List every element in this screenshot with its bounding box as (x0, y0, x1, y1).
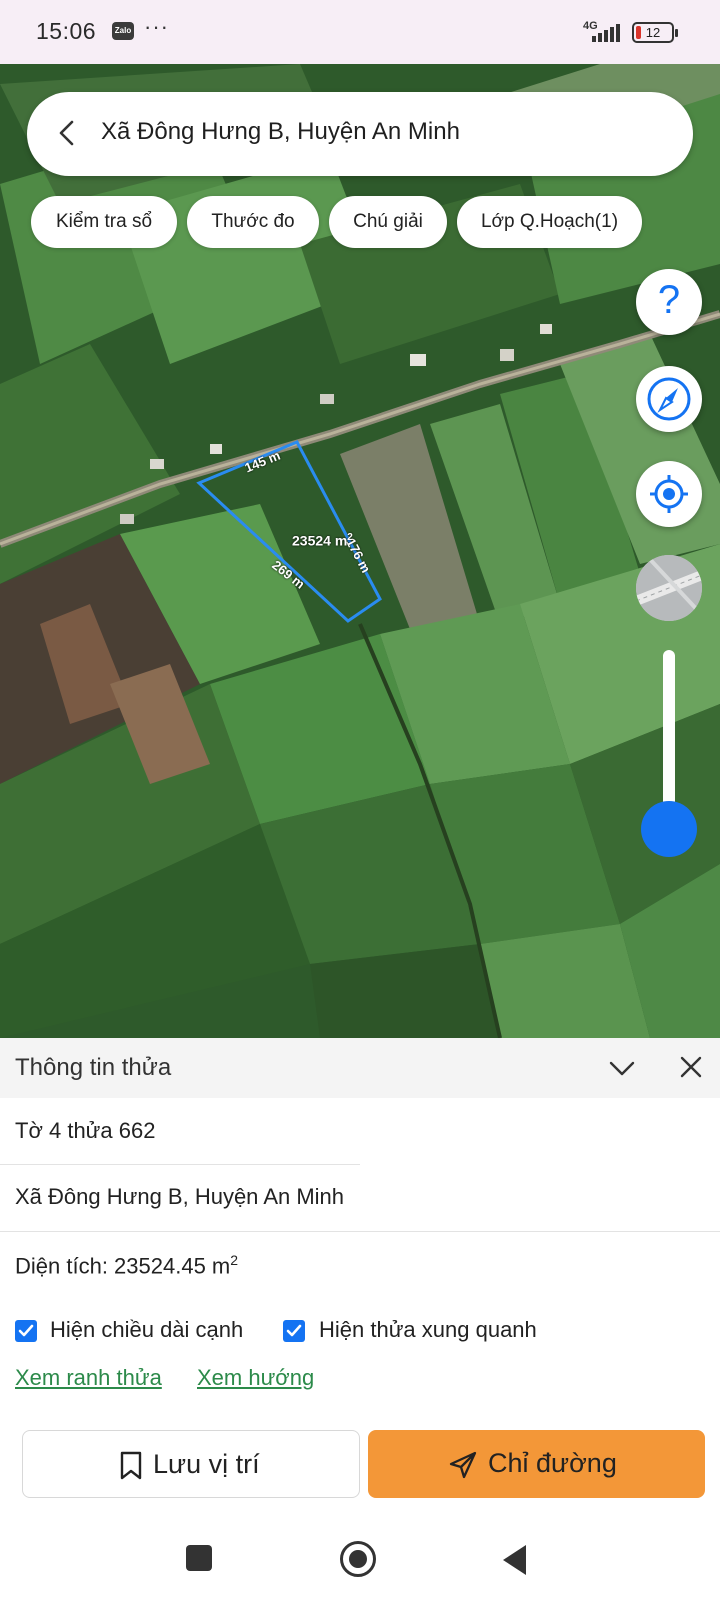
system-navigation-bar (0, 1523, 720, 1601)
show-edge-lengths-checkbox[interactable] (15, 1320, 37, 1342)
compass-button[interactable] (636, 366, 702, 432)
show-neighbor-parcels-label[interactable]: Hiện thửa xung quanh (319, 1317, 537, 1343)
parcel-area: Diện tích: 23524.45 m2 (15, 1252, 239, 1279)
crosshair-location-icon (650, 475, 688, 513)
back-arrow-icon[interactable] (53, 118, 83, 148)
my-location-button[interactable] (636, 461, 702, 527)
map-layer-thumbnail-icon (636, 555, 702, 621)
battery-level: 12 (645, 25, 661, 40)
recent-apps-button[interactable] (186, 1545, 212, 1571)
checkmark-icon (18, 1324, 34, 1337)
more-notifications-icon: ··· (144, 14, 169, 39)
panel-title: Thông tin thửa (15, 1054, 172, 1081)
show-edge-lengths-label[interactable]: Hiện chiều dài cạnh (50, 1317, 243, 1343)
divider (0, 1231, 720, 1232)
directions-label: Chỉ đường (488, 1448, 617, 1478)
view-boundary-link[interactable]: Xem ranh thửa (15, 1365, 162, 1391)
back-triangle-icon[interactable] (500, 1543, 530, 1577)
parcel-address: Xã Đông Hưng B, Huyện An Minh (15, 1184, 345, 1209)
help-icon: ? (657, 278, 681, 322)
bookmark-icon (120, 1451, 142, 1480)
send-navigation-icon (449, 1451, 477, 1479)
home-button[interactable] (340, 1541, 376, 1577)
chip-legend[interactable]: Chú giải (329, 196, 447, 248)
close-icon[interactable] (678, 1054, 704, 1080)
chip-measure-tool[interactable]: Thước đo (187, 196, 319, 248)
view-direction-link[interactable]: Xem hướng (197, 1365, 314, 1391)
sheet-parcel-number: Tờ 4 thửa 662 (15, 1118, 156, 1143)
help-button[interactable]: ? (636, 269, 702, 335)
battery-icon: 12 (632, 22, 678, 43)
status-time: 15:06 (36, 18, 97, 44)
divider (0, 1164, 360, 1165)
chip-check-certificate[interactable]: Kiểm tra sổ (31, 196, 177, 248)
save-location-button[interactable]: Lưu vị trí (22, 1430, 360, 1498)
map-layer-toggle-button[interactable] (636, 555, 702, 621)
signal-icon (592, 24, 622, 42)
chip-planning-layer[interactable]: Lớp Q.Hoạch(1) (457, 196, 642, 248)
directions-button[interactable]: Chỉ đường (368, 1430, 705, 1498)
panel-header: Thông tin thửa (0, 1038, 720, 1098)
status-bar: 15:06 Zalo ··· 4G 12 (0, 0, 720, 64)
location-search-bar[interactable]: Xã Đông Hưng B, Huyện An Minh (27, 92, 693, 176)
zoom-slider-handle[interactable] (641, 801, 697, 857)
checkmark-icon (286, 1324, 302, 1337)
zalo-notification-icon: Zalo (112, 22, 134, 40)
compass-icon (647, 377, 691, 421)
show-neighbor-parcels-checkbox[interactable] (283, 1320, 305, 1342)
parcel-area-label: 23524 m2 (292, 532, 353, 549)
location-title: Xã Đông Hưng B, Huyện An Minh (101, 118, 460, 145)
save-location-label: Lưu vị trí (153, 1449, 260, 1479)
chevron-down-icon[interactable] (608, 1054, 636, 1082)
